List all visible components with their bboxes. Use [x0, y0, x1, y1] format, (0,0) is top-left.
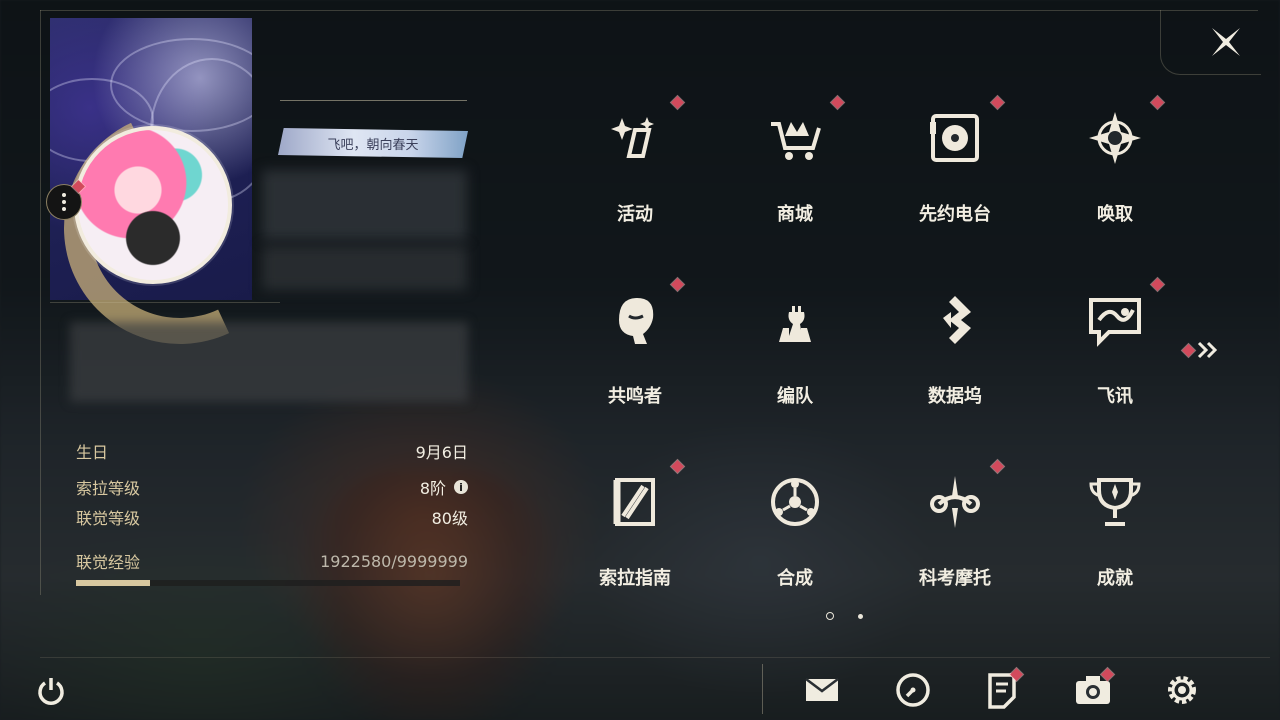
menu-tile-label: 科考摩托	[919, 568, 991, 589]
menu-tile-data-dock[interactable]: 数据坞	[875, 272, 1035, 442]
badge-dot	[991, 460, 1004, 473]
stat-birthday-value: 9月6日	[415, 443, 468, 462]
badge-dot	[991, 96, 1004, 109]
stat-union-level-label: 联觉等级	[76, 509, 141, 528]
frame-line-left	[40, 10, 41, 595]
stat-sola-level-value: 8阶	[419, 479, 446, 498]
trophy-icon	[1085, 472, 1145, 532]
mail-button[interactable]	[802, 670, 842, 710]
stat-exp-label: 联觉经验	[76, 553, 141, 572]
settings-button[interactable]	[1162, 670, 1202, 710]
badge-dot	[1151, 278, 1164, 291]
compass-star-icon	[1085, 108, 1145, 168]
signature-text: 飞吧，朝向春天	[327, 137, 419, 153]
badge-dot	[831, 96, 844, 109]
menu-tile-label: 飞讯	[1097, 386, 1133, 407]
menu-tile-label: 先约电台	[919, 204, 991, 225]
page-indicator	[826, 612, 863, 620]
frame-line-bottom	[40, 657, 1270, 658]
blurred-name-area	[262, 170, 467, 240]
clock-button[interactable]	[893, 670, 933, 710]
motorbike-icon	[925, 472, 985, 532]
radio-record-icon	[925, 108, 985, 168]
stat-union-level-value: 80级	[431, 509, 468, 528]
camera-button[interactable]	[1073, 668, 1114, 710]
menu-tile-label: 成就	[1097, 568, 1133, 589]
menu-tile-label: 共鸣者	[608, 386, 662, 407]
stat-birthday: 生日 9月6日	[76, 436, 468, 466]
menu-tile-label: 商城	[777, 204, 813, 225]
blurred-bio-area	[70, 322, 468, 402]
menu-tile-motorbike[interactable]: 科考摩托	[875, 454, 1035, 624]
stat-sola-level: 索拉等级 8阶 i	[76, 472, 468, 502]
exp-progress-bar	[76, 580, 460, 586]
chess-team-icon	[765, 290, 825, 350]
menu-tile-label: 唤取	[1097, 204, 1133, 225]
avatar[interactable]	[74, 126, 232, 284]
frame-line-top	[40, 10, 1258, 11]
blurred-id-area	[262, 246, 467, 290]
settings-gear-icon	[1168, 676, 1196, 704]
crown-cart-icon	[765, 108, 825, 168]
page-dot-1[interactable]	[826, 612, 834, 620]
menu-tile-synthesis[interactable]: 合成	[715, 454, 875, 624]
profile-divider	[50, 302, 280, 303]
page-dot-2[interactable]	[858, 613, 863, 619]
stat-union-level: 联觉等级 80级	[76, 502, 468, 532]
info-icon[interactable]: i	[454, 480, 468, 494]
menu-tile-shop[interactable]: 商城	[715, 90, 875, 260]
synthesis-ring-icon	[765, 472, 825, 532]
menu-tile-resonators[interactable]: 共鸣者	[555, 272, 715, 442]
menu-tile-label: 数据坞	[928, 386, 982, 407]
stats-panel: 生日 9月6日 索拉等级 8阶 i 联觉等级 80级 联觉经验 1922580/…	[76, 436, 468, 586]
menu-tile-guide[interactable]: 索拉指南	[555, 454, 715, 624]
data-dock-icon	[925, 290, 985, 350]
chat-bubble-icon	[1085, 290, 1145, 350]
character-head-icon	[605, 290, 665, 350]
clock-icon	[896, 673, 930, 707]
stat-exp-value: 1922580/9999999	[320, 551, 468, 571]
menu-tile-achievements[interactable]: 成就	[1035, 454, 1195, 624]
badge-dot	[671, 460, 684, 473]
signature-banner[interactable]: 飞吧，朝向春天	[278, 128, 468, 158]
badge-dot	[1151, 96, 1164, 109]
menu-tile-radio[interactable]: 先约电台	[875, 90, 1035, 260]
power-button[interactable]	[34, 674, 68, 708]
stat-sola-level-label: 索拉等级	[76, 479, 141, 498]
double-chevron-right-icon	[1197, 341, 1218, 359]
badge-dot	[671, 278, 684, 291]
guide-book-icon	[605, 472, 665, 532]
more-dots-icon	[62, 193, 66, 197]
sparkle-activity-icon	[605, 108, 665, 168]
badge-dot	[671, 96, 684, 109]
mail-icon	[805, 678, 839, 701]
close-button[interactable]	[1206, 22, 1246, 62]
exp-progress-fill	[76, 580, 150, 586]
stat-exp: 联觉经验 1922580/9999999	[76, 546, 468, 576]
power-icon	[38, 678, 64, 705]
menu-tile-convene[interactable]: 唤取	[1035, 90, 1195, 260]
menu-tile-label: 合成	[777, 568, 813, 589]
badge-dot	[1182, 343, 1195, 357]
menu-tile-activity[interactable]: 活动	[555, 90, 715, 260]
signature-divider	[280, 100, 467, 101]
menu-tile-messages[interactable]: 飞讯	[1035, 272, 1195, 442]
notice-button[interactable]	[982, 668, 1023, 710]
menu-tile-label: 索拉指南	[599, 568, 671, 589]
close-star-icon	[1212, 28, 1240, 56]
menu-tile-team[interactable]: 编队	[715, 272, 875, 442]
menu-tile-label: 编队	[777, 386, 813, 407]
stat-birthday-label: 生日	[76, 443, 109, 462]
next-page-button[interactable]	[1182, 338, 1224, 362]
menu-tile-label: 活动	[617, 204, 653, 225]
bottom-divider	[762, 664, 763, 714]
